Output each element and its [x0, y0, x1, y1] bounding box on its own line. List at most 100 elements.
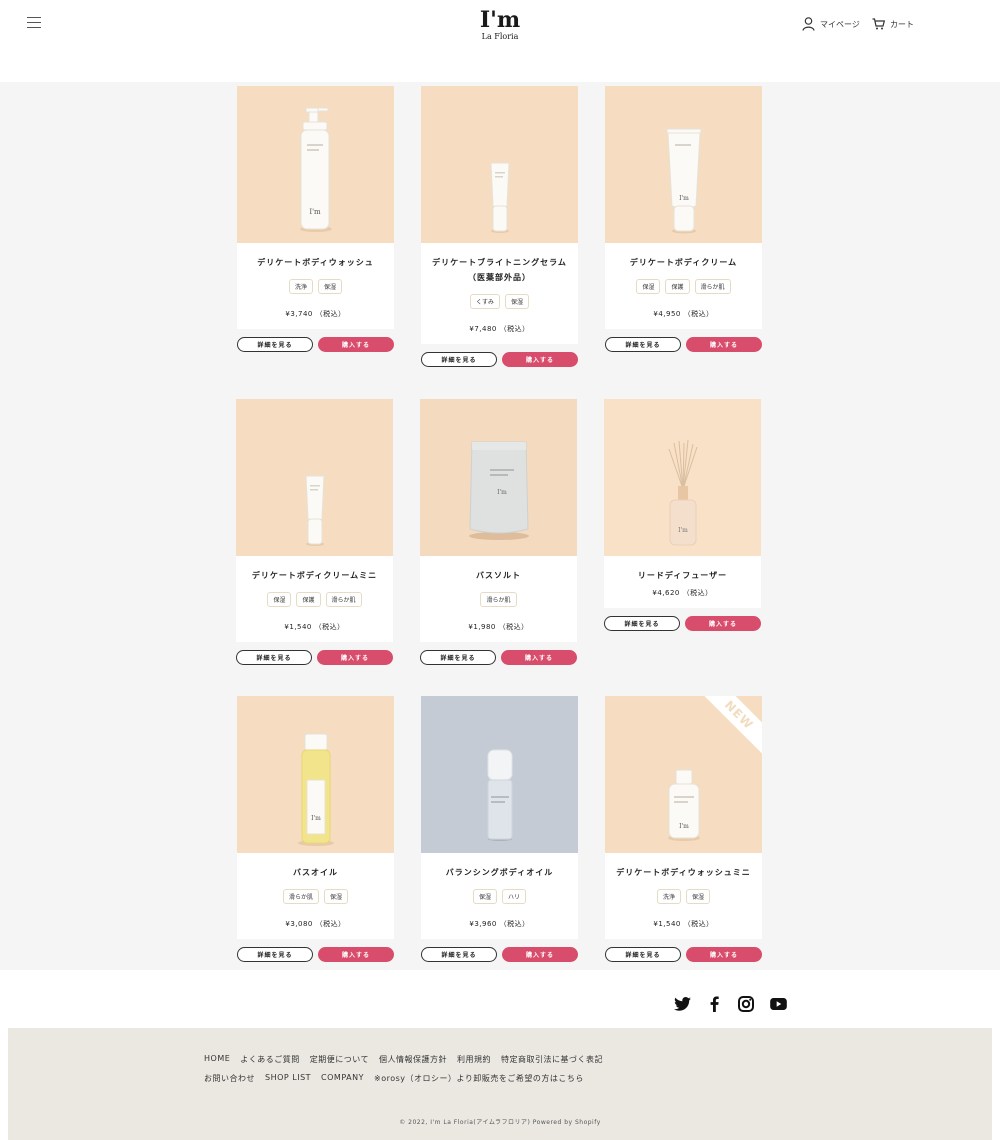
- product-card[interactable]: デリケートブライトニングセラム （医薬部外品） くすみ 保湿 ¥7,480 （税込）…: [421, 86, 578, 367]
- product-price: ¥1,980 （税込）: [468, 623, 529, 631]
- product-tags: 保湿 ハリ: [427, 889, 572, 904]
- cart-label: カート: [890, 19, 914, 29]
- view-details-button[interactable]: 詳細を見る: [237, 337, 313, 352]
- cart-icon: [872, 18, 885, 30]
- product-tag: 滑らか肌: [480, 592, 517, 607]
- buy-button[interactable]: 購入する: [685, 616, 761, 631]
- buy-button[interactable]: 購入する: [318, 337, 394, 352]
- product-info: バスソルト 滑らか肌 ¥1,980 （税込）: [420, 556, 577, 642]
- product-name-sub: （医薬部外品）: [468, 273, 531, 282]
- product-price: ¥4,950 （税込）: [653, 310, 714, 318]
- site-logo[interactable]: I'm La Floria: [470, 8, 530, 41]
- product-image[interactable]: I'm: [604, 399, 761, 556]
- product-tag: ハリ: [502, 889, 527, 904]
- product-name[interactable]: デリケートボディウォッシュミニ: [611, 865, 756, 880]
- footer-link-tokushoho[interactable]: 特定商取引法に基づく表記: [501, 1054, 603, 1065]
- product-tag: くすみ: [469, 294, 500, 309]
- product-tag: 保湿: [267, 592, 292, 607]
- product-image[interactable]: [421, 86, 578, 243]
- buy-button[interactable]: 購入する: [317, 650, 393, 665]
- view-details-button[interactable]: 詳細を見る: [604, 616, 680, 631]
- product-image[interactable]: I'm: [237, 86, 394, 243]
- instagram-icon[interactable]: [737, 996, 754, 1012]
- footer-link-subscription[interactable]: 定期便について: [310, 1054, 369, 1065]
- buy-button[interactable]: 購入する: [686, 337, 762, 352]
- product-image[interactable]: I'm: [420, 399, 577, 556]
- product-tag: 保湿: [636, 279, 661, 294]
- svg-text:I'm: I'm: [497, 489, 507, 496]
- mypage-link[interactable]: マイページ: [802, 17, 860, 31]
- product-image[interactable]: [421, 696, 578, 853]
- product-name[interactable]: リードディフューザー: [610, 568, 755, 583]
- product-tag: 保湿: [318, 279, 343, 294]
- product-card[interactable]: I'm デリケートボディウォッシュ 洗浄 保湿 ¥3,740 （税込） 詳細を見る…: [237, 86, 394, 352]
- buy-button[interactable]: 購入する: [502, 352, 578, 367]
- product-card[interactable]: バランシングボディオイル 保湿 ハリ ¥3,960 （税込） 詳細を見る 購入する: [421, 696, 578, 962]
- view-details-button[interactable]: 詳細を見る: [236, 650, 312, 665]
- twitter-icon[interactable]: [673, 996, 691, 1012]
- product-info: デリケートボディウォッシュ 洗浄 保湿 ¥3,740 （税込）: [237, 243, 394, 329]
- product-price: ¥3,960 （税込）: [469, 920, 530, 928]
- product-card[interactable]: I'm NEW デリケートボディウォッシュミニ 洗浄 保湿 ¥1,540 （税込）…: [605, 696, 762, 962]
- youtube-icon[interactable]: [769, 996, 787, 1012]
- mypage-label: マイページ: [820, 19, 860, 29]
- product-tags: 洗浄 保湿: [243, 279, 388, 294]
- footer-link-faq[interactable]: よくあるご質問: [240, 1054, 300, 1065]
- product-tags: くすみ 保湿: [427, 294, 572, 309]
- product-info: バランシングボディオイル 保湿 ハリ ¥3,960 （税込）: [421, 853, 578, 939]
- view-details-button[interactable]: 詳細を見る: [421, 947, 497, 962]
- product-image[interactable]: I'm: [237, 696, 394, 853]
- product-tags: 洗浄 保湿: [611, 889, 756, 904]
- product-name[interactable]: デリケートブライトニングセラム: [427, 255, 572, 270]
- buy-button[interactable]: 購入する: [686, 947, 762, 962]
- footer-link-company[interactable]: COMPANY: [321, 1073, 364, 1084]
- svg-text:I'm: I'm: [679, 823, 689, 830]
- view-details-button[interactable]: 詳細を見る: [605, 337, 681, 352]
- footer-link-privacy[interactable]: 個人情報保護方針: [379, 1054, 447, 1065]
- footer-link-contact[interactable]: お問い合わせ: [204, 1073, 255, 1084]
- view-details-button[interactable]: 詳細を見る: [421, 352, 497, 367]
- product-card[interactable]: I'm デリケートボディクリーム 保湿 保護 滑らか肌 ¥4,950 （税込） 詳細…: [605, 86, 762, 352]
- product-image[interactable]: I'm NEW: [605, 696, 762, 853]
- product-tag: 保湿: [324, 889, 349, 904]
- view-details-button[interactable]: 詳細を見る: [420, 650, 496, 665]
- product-name[interactable]: デリケートボディクリーム: [611, 255, 756, 270]
- product-card[interactable]: I'm リードディフューザー ¥4,620 （税込） 詳細を見る 購入する: [604, 399, 761, 631]
- footer-link-orosy[interactable]: ※orosy（オロシー）より卸販売をご希望の方はこちら: [374, 1073, 584, 1084]
- facebook-icon[interactable]: [708, 996, 720, 1012]
- product-name[interactable]: デリケートボディウォッシュ: [243, 255, 388, 270]
- product-card[interactable]: I'm バスソルト 滑らか肌 ¥1,980 （税込） 詳細を見る 購入する: [420, 399, 577, 665]
- buy-button[interactable]: 購入する: [501, 650, 577, 665]
- product-card[interactable]: I'm バスオイル 滑らか肌 保湿 ¥3,080 （税込） 詳細を見る 購入する: [237, 696, 394, 962]
- hamburger-menu-icon[interactable]: [27, 17, 41, 29]
- product-info: デリケートボディクリームミニ 保湿 保護 滑らか肌 ¥1,540 （税込）: [236, 556, 393, 642]
- cart-link[interactable]: カート: [872, 17, 914, 31]
- logo-sub-text: La Floria: [481, 32, 519, 41]
- product-price: ¥4,620 （税込）: [652, 589, 713, 597]
- product-tag: 保護: [296, 592, 321, 607]
- product-tag: 滑らか肌: [694, 279, 731, 294]
- view-details-button[interactable]: 詳細を見る: [605, 947, 681, 962]
- view-details-button[interactable]: 詳細を見る: [237, 947, 313, 962]
- footer-link-home[interactable]: HOME: [204, 1054, 230, 1065]
- footer-link-shop-list[interactable]: SHOP LIST: [265, 1073, 311, 1084]
- product-tags: 保湿 保護 滑らか肌: [611, 279, 756, 294]
- product-name[interactable]: バスオイル: [243, 865, 388, 880]
- product-price: ¥7,480 （税込）: [469, 325, 530, 333]
- product-tag: 保湿: [686, 889, 711, 904]
- site-footer: HOME よくあるご質問 定期便について 個人情報保護方針 利用規約 特定商取引…: [8, 1028, 992, 1140]
- buy-button[interactable]: 購入する: [502, 947, 578, 962]
- product-info: リードディフューザー ¥4,620 （税込）: [604, 556, 761, 608]
- site-header: I'm La Floria マイページ カート: [0, 0, 1000, 82]
- svg-text:I'm: I'm: [311, 815, 321, 822]
- product-card[interactable]: デリケートボディクリームミニ 保湿 保護 滑らか肌 ¥1,540 （税込） 詳細を見…: [236, 399, 393, 665]
- footer-link-terms[interactable]: 利用規約: [457, 1054, 491, 1065]
- product-name[interactable]: バランシングボディオイル: [427, 865, 572, 880]
- product-tag: 洗浄: [656, 889, 681, 904]
- product-image[interactable]: [236, 399, 393, 556]
- product-image[interactable]: I'm: [605, 86, 762, 243]
- product-tags: 保湿 保護 滑らか肌: [242, 592, 387, 607]
- buy-button[interactable]: 購入する: [318, 947, 394, 962]
- product-name[interactable]: バスソルト: [426, 568, 571, 583]
- product-name[interactable]: デリケートボディクリームミニ: [242, 568, 387, 583]
